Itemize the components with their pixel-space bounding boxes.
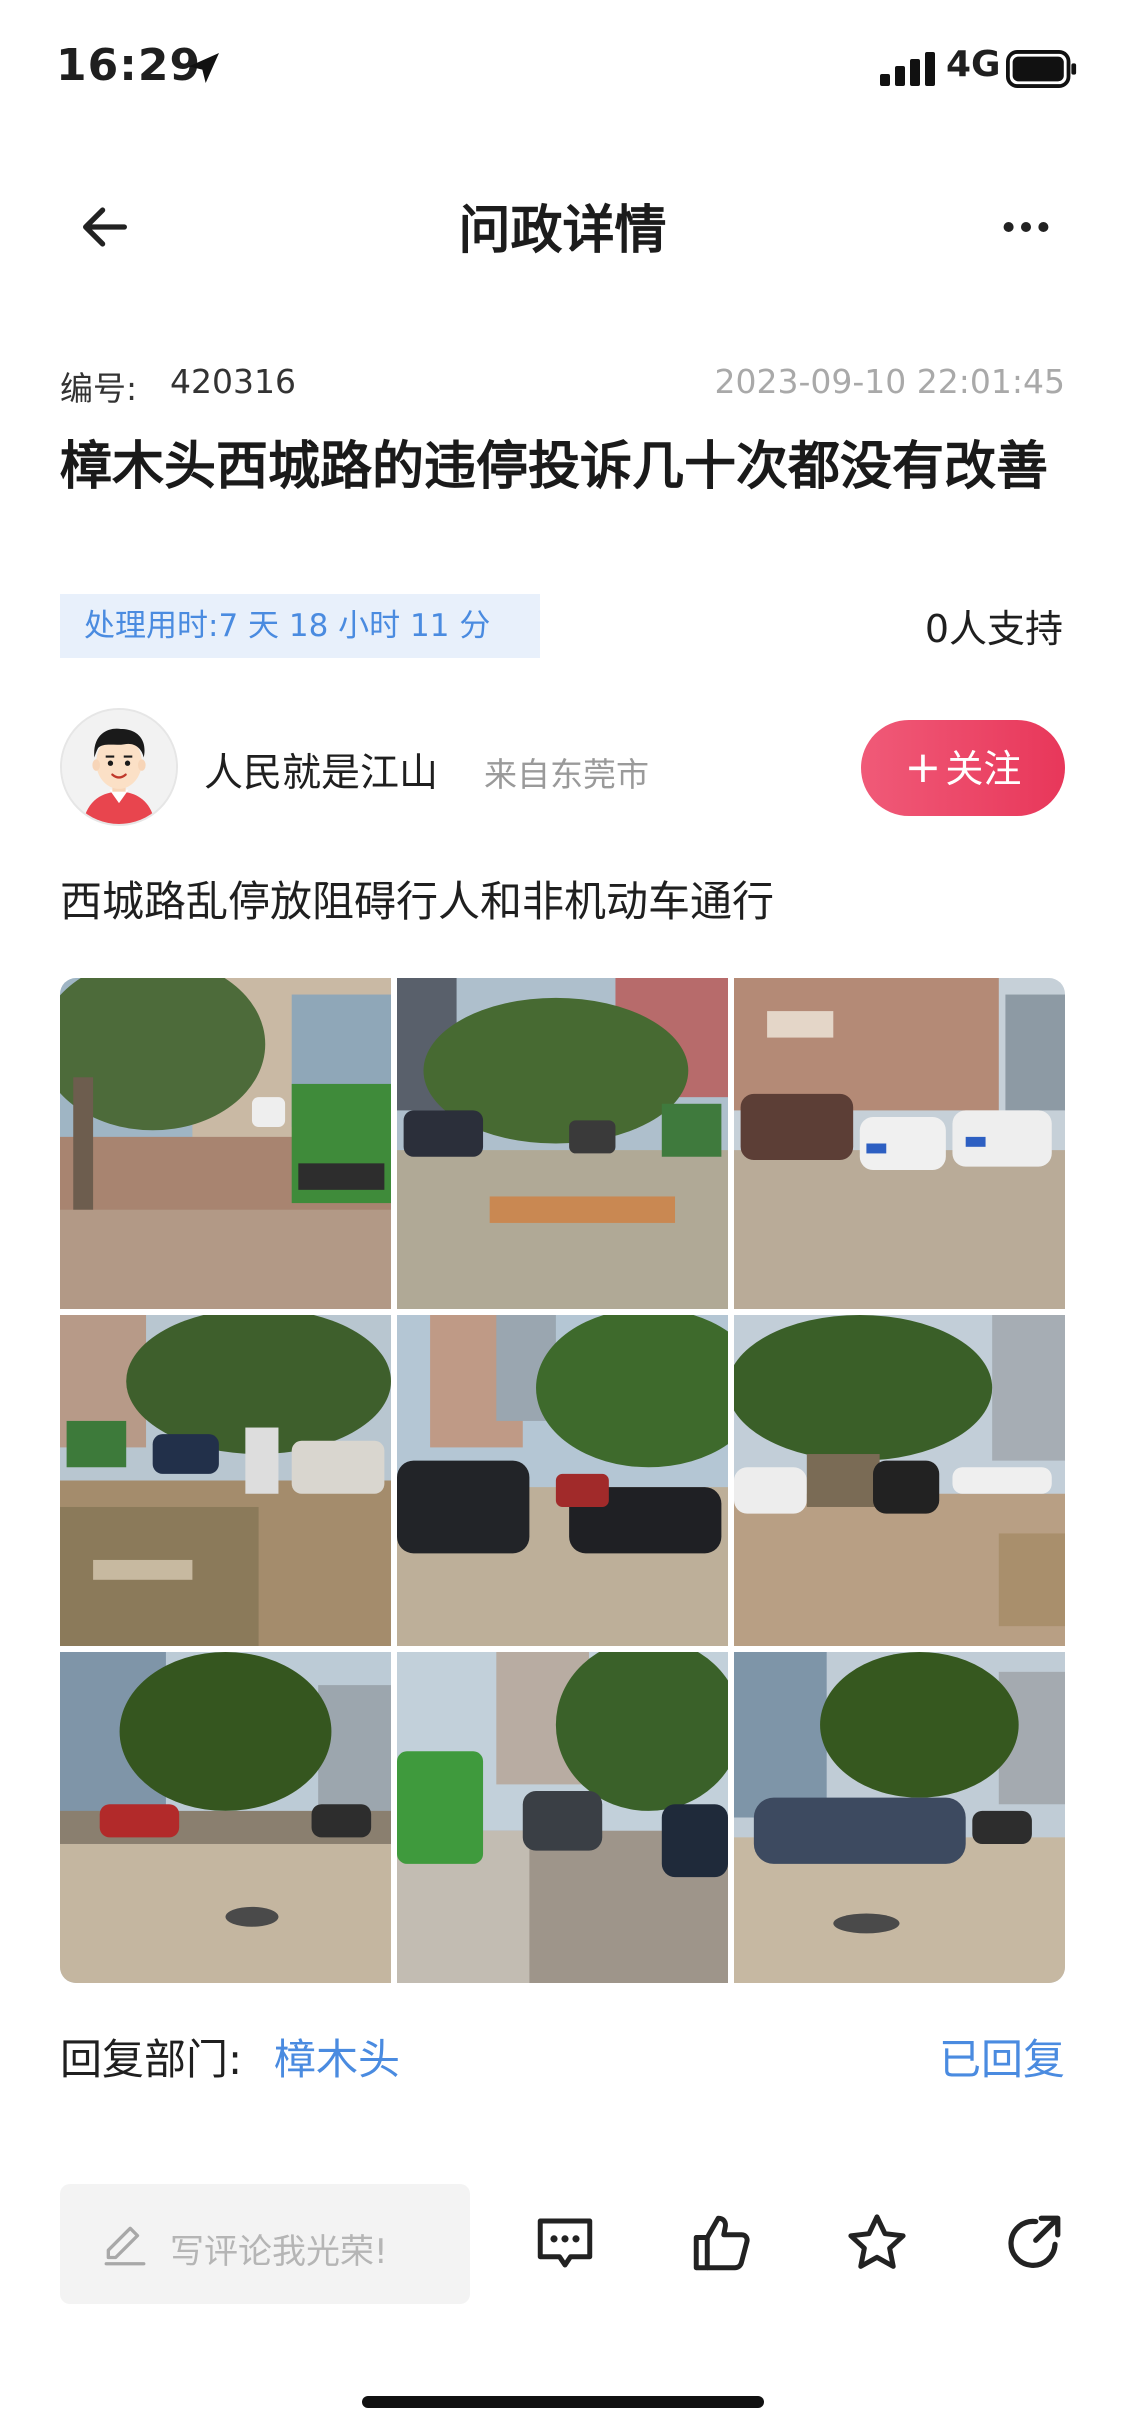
comment-placeholder: 写评论我光荣! [170,2232,388,2272]
photo-9[interactable] [734,1652,1065,1983]
photo-5[interactable] [397,1315,728,1646]
post-date: 2023-09-10 22:01:45 [714,362,1065,401]
more-icon[interactable] [996,198,1056,256]
post-title: 樟木头西城路的违停投诉几十次都没有改善 [60,437,1049,497]
star-icon[interactable] [844,2210,910,2276]
support-count: 0人支持 [924,607,1063,651]
avatar[interactable] [60,708,178,826]
status-bar: 16:29 4G [0,0,1125,140]
photo-8[interactable] [397,1652,728,1983]
author-location: 来自东莞市 [484,755,649,794]
photo-6[interactable] [734,1315,1065,1646]
processing-time-badge: 处理用时:7 天 18 小时 11 分 [60,594,540,658]
author-row: 人民就是江山 来自东莞市 + 关注 [60,708,1065,828]
comment-input[interactable]: 写评论我光荣! [60,2184,470,2304]
comment-icon[interactable] [532,2210,598,2276]
plus-icon: + [904,742,942,793]
follow-button[interactable]: + 关注 [861,720,1065,816]
home-indicator[interactable] [362,2396,764,2408]
reply-dept-label: 回复部门: [60,2035,243,2084]
photo-grid [60,978,1065,1983]
post-id-label: 编号: [60,369,138,408]
photo-3[interactable] [734,978,1065,1309]
photo-7[interactable] [60,1652,391,1983]
post-meta: 编号: 420316 2023-09-10 22:01:45 [60,362,1065,412]
reply-status: 已回复 [938,2035,1065,2084]
reply-dept-link[interactable]: 樟木头 [274,2026,400,2087]
post-body: 西城路乱停放阻碍行人和非机动车通行 [60,877,775,926]
battery-icon [1006,50,1077,88]
pencil-icon [104,2226,146,2266]
author-name[interactable]: 人民就是江山 [204,742,438,798]
photo-4[interactable] [60,1315,391,1646]
reply-row: 回复部门: 樟木头 已回复 [60,2026,1065,2086]
app-root: 16:29 4G 问政详情 编号: 420316 2023-09-10 22:0… [0,0,1125,2436]
photo-1[interactable] [60,978,391,1309]
post-id-value: 420316 [170,362,296,401]
follow-label: 关注 [945,747,1022,791]
photo-2[interactable] [397,978,728,1309]
avatar-illustration [62,710,176,824]
like-icon[interactable] [688,2210,754,2276]
status-time: 16:29 [56,40,202,91]
share-icon[interactable] [1000,2210,1066,2276]
nav-header: 问政详情 [0,170,1125,280]
network-label: 4G [946,44,1001,85]
signal-icon [880,52,935,86]
page-title: 问政详情 [458,201,667,261]
location-icon [189,53,219,83]
